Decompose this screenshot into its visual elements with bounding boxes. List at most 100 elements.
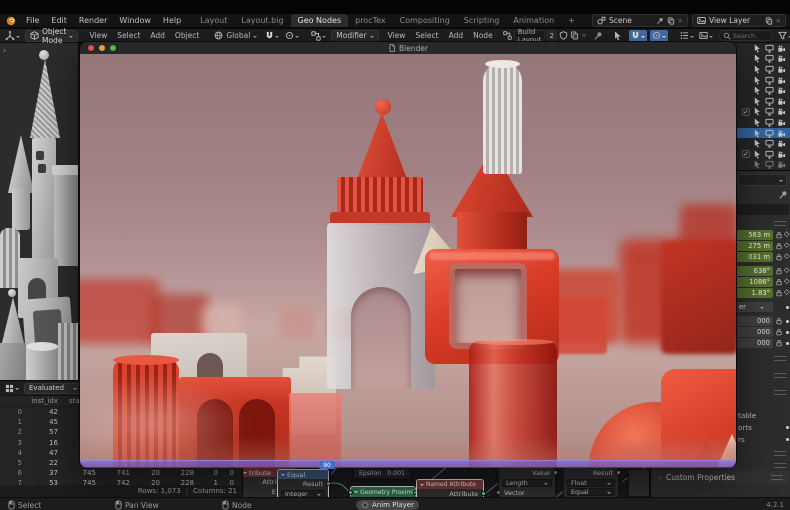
orientation-select[interactable]: Global bbox=[212, 30, 259, 42]
unlink-scene-icon[interactable]: ✕ bbox=[678, 17, 683, 25]
new-tree-icon[interactable] bbox=[570, 31, 579, 40]
monitor-icon[interactable] bbox=[765, 107, 774, 116]
pointer-icon[interactable] bbox=[753, 160, 762, 169]
new-layer-icon[interactable] bbox=[765, 17, 773, 25]
animate-dot[interactable] bbox=[786, 331, 789, 334]
node-vector-length[interactable]: Value Length Vector bbox=[498, 467, 556, 497]
panel-handle[interactable] bbox=[774, 221, 786, 226]
editor-type-spreadsheet-button[interactable] bbox=[3, 382, 21, 394]
socket[interactable] bbox=[616, 470, 621, 475]
keyframe-diamond-icon[interactable]: ◇ bbox=[784, 252, 789, 260]
node-value-field[interactable]: Epsilon0.001 bbox=[354, 469, 410, 478]
snap-toggle[interactable] bbox=[263, 30, 281, 42]
users-count-button[interactable]: 2 bbox=[546, 30, 556, 41]
panel-handle[interactable] bbox=[774, 373, 786, 378]
menu-3d-view[interactable]: View bbox=[84, 31, 112, 40]
tab-proctex[interactable]: procTex bbox=[348, 14, 393, 27]
checkbox[interactable]: ✓ bbox=[742, 150, 750, 158]
camera-icon[interactable] bbox=[777, 129, 786, 138]
overlay-toggle[interactable] bbox=[650, 30, 668, 42]
pointer-icon[interactable] bbox=[753, 150, 762, 159]
keyframe-diamond-icon[interactable]: ◇ bbox=[784, 266, 789, 274]
tab-layout-big[interactable]: Layout.big bbox=[234, 14, 290, 27]
node-tree-name-field[interactable]: Build Layout bbox=[514, 30, 546, 41]
panel-handle[interactable] bbox=[771, 475, 783, 480]
socket[interactable] bbox=[481, 491, 486, 496]
monitor-icon[interactable] bbox=[765, 139, 774, 148]
menu-node-node[interactable]: Node bbox=[468, 31, 498, 40]
checkbox[interactable]: ✓ bbox=[742, 108, 750, 116]
node-snap-toggle[interactable] bbox=[629, 30, 647, 42]
camera-icon[interactable] bbox=[777, 76, 786, 85]
tab-animation[interactable]: Animation bbox=[506, 14, 561, 27]
monitor-icon[interactable] bbox=[765, 160, 774, 169]
sidebar-toggle-icon[interactable]: › bbox=[3, 46, 6, 55]
animate-dot[interactable] bbox=[786, 342, 789, 345]
proportional-edit-toggle[interactable] bbox=[283, 30, 301, 42]
window-titlebar[interactable]: Blender bbox=[80, 42, 736, 54]
tab-geo-nodes[interactable]: Geo Nodes bbox=[291, 14, 349, 27]
fake-user-shield-icon[interactable] bbox=[559, 31, 568, 40]
pointer-icon[interactable] bbox=[753, 118, 762, 127]
new-scene-icon[interactable] bbox=[667, 17, 675, 25]
monitor-icon[interactable] bbox=[765, 129, 774, 138]
tab-compositing[interactable]: Compositing bbox=[393, 14, 457, 27]
pointer-icon[interactable] bbox=[753, 86, 762, 95]
monitor-icon[interactable] bbox=[765, 118, 774, 127]
monitor-icon[interactable] bbox=[765, 44, 774, 53]
tab-add-workspace[interactable]: + bbox=[561, 14, 582, 27]
node-compare[interactable]: Result Float Equal bbox=[563, 467, 619, 497]
animate-dot[interactable] bbox=[786, 426, 789, 429]
menu-3d-object[interactable]: Object bbox=[170, 31, 204, 40]
outliner-search[interactable] bbox=[719, 30, 773, 41]
animate-dot[interactable] bbox=[786, 306, 789, 309]
node-equal[interactable]: Equal Result Integer bbox=[277, 469, 329, 497]
anim-player-button[interactable]: Anim Player bbox=[356, 500, 419, 510]
dataset-select[interactable]: Evaluated bbox=[24, 383, 82, 394]
panel-handle[interactable] bbox=[774, 463, 786, 468]
panel-handle[interactable] bbox=[774, 356, 786, 361]
camera-icon[interactable] bbox=[777, 107, 786, 116]
menu-node-view[interactable]: View bbox=[383, 31, 411, 40]
menu-render[interactable]: Render bbox=[73, 16, 113, 25]
editor-type-node-button[interactable] bbox=[309, 30, 328, 42]
toggle-renders-label[interactable]: rs bbox=[738, 435, 745, 444]
socket[interactable] bbox=[553, 470, 558, 475]
properties-nav-dropdown[interactable] bbox=[738, 174, 787, 186]
lock-icon[interactable] bbox=[775, 278, 783, 286]
remove-layer-icon[interactable]: ✕ bbox=[776, 17, 781, 25]
editor-type-3d-button[interactable] bbox=[3, 30, 22, 42]
toggle-viewports-label[interactable]: orts bbox=[738, 423, 752, 432]
keyframe-diamond-icon[interactable]: ◇ bbox=[784, 288, 789, 296]
camera-icon[interactable] bbox=[777, 160, 786, 169]
monitor-icon[interactable] bbox=[765, 54, 774, 63]
pin-tree-icon[interactable] bbox=[593, 31, 603, 41]
node-named-attribute[interactable]: Named Attribute Attribute bbox=[416, 479, 484, 497]
pointer-icon[interactable] bbox=[753, 44, 762, 53]
monitor-icon[interactable] bbox=[765, 65, 774, 74]
node-dropdown[interactable]: Float bbox=[567, 479, 615, 487]
camera-icon[interactable] bbox=[777, 139, 786, 148]
node-tree-type-select[interactable]: Modifier bbox=[331, 30, 378, 42]
lock-icon[interactable] bbox=[775, 267, 783, 275]
custom-properties-panel[interactable]: › Custom Properties bbox=[653, 471, 789, 484]
menu-file[interactable]: File bbox=[20, 16, 45, 25]
render-window[interactable]: Blender bbox=[79, 41, 737, 468]
viewport-3d-left[interactable]: › bbox=[0, 43, 79, 380]
monitor-icon[interactable] bbox=[765, 76, 774, 85]
menu-edit[interactable]: Edit bbox=[45, 16, 73, 25]
animate-dot[interactable] bbox=[786, 320, 789, 323]
node-dropdown[interactable]: Integer bbox=[281, 490, 325, 497]
menu-window[interactable]: Window bbox=[113, 16, 157, 25]
toggle-selectable-label[interactable]: table bbox=[738, 411, 756, 420]
frame-slider[interactable]: 90 bbox=[80, 460, 736, 468]
menu-node-select[interactable]: Select bbox=[410, 31, 443, 40]
socket[interactable] bbox=[496, 490, 501, 495]
node-epsilon-field[interactable]: Epsilon0.001 bbox=[353, 468, 411, 479]
camera-icon[interactable] bbox=[777, 54, 786, 63]
camera-icon[interactable] bbox=[777, 150, 786, 159]
node-dropdown[interactable]: Equal bbox=[567, 488, 615, 496]
unlink-tree-icon[interactable]: ✕ bbox=[581, 32, 587, 40]
pointer-icon[interactable] bbox=[753, 97, 762, 106]
pointer-icon[interactable] bbox=[753, 65, 762, 74]
